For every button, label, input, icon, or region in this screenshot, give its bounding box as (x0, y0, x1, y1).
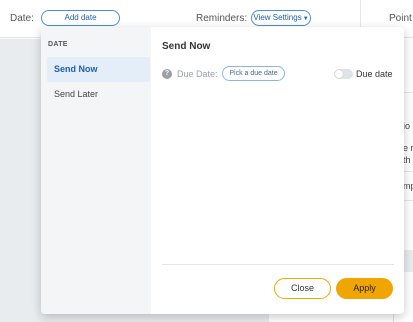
apply-button[interactable]: Apply (336, 278, 393, 299)
date-modal: DATE Send Now Send Later Send Now ? Due … (41, 27, 404, 314)
view-settings-label: View Settings (253, 13, 302, 22)
sidebar-heading: DATE (48, 41, 68, 48)
sidebar-item-send-now[interactable]: Send Now (47, 57, 150, 82)
due-date-toggle[interactable] (334, 69, 353, 79)
due-date-label: Due Date: (177, 69, 218, 79)
footer-divider (162, 264, 394, 265)
background-text-fragment: mp (403, 181, 413, 191)
close-button[interactable]: Close (274, 278, 331, 299)
pick-due-date-button[interactable]: Pick a due date (222, 66, 285, 81)
reminders-label: Reminders: (196, 13, 248, 24)
background-text-fragment: th (403, 155, 411, 165)
toggle-knob (335, 70, 343, 78)
background-text-fragment: e r (403, 143, 413, 153)
add-date-button[interactable]: Add date (41, 10, 120, 26)
date-label: Date: (10, 13, 34, 24)
help-icon[interactable]: ? (162, 69, 172, 79)
sidebar-item-send-later[interactable]: Send Later (47, 82, 150, 107)
background-grey-block (403, 250, 413, 272)
caret-down-icon: ▼ (302, 16, 309, 22)
modal-sidebar: DATE Send Now Send Later (41, 27, 151, 314)
point-label: Point o (389, 13, 413, 24)
view-settings-dropdown[interactable]: View Settings▼ (251, 10, 311, 26)
due-date-toggle-label: Due date (356, 69, 393, 79)
content-title: Send Now (162, 41, 211, 52)
background-text-fragment: io (403, 121, 411, 131)
background-left-panel (0, 39, 42, 322)
